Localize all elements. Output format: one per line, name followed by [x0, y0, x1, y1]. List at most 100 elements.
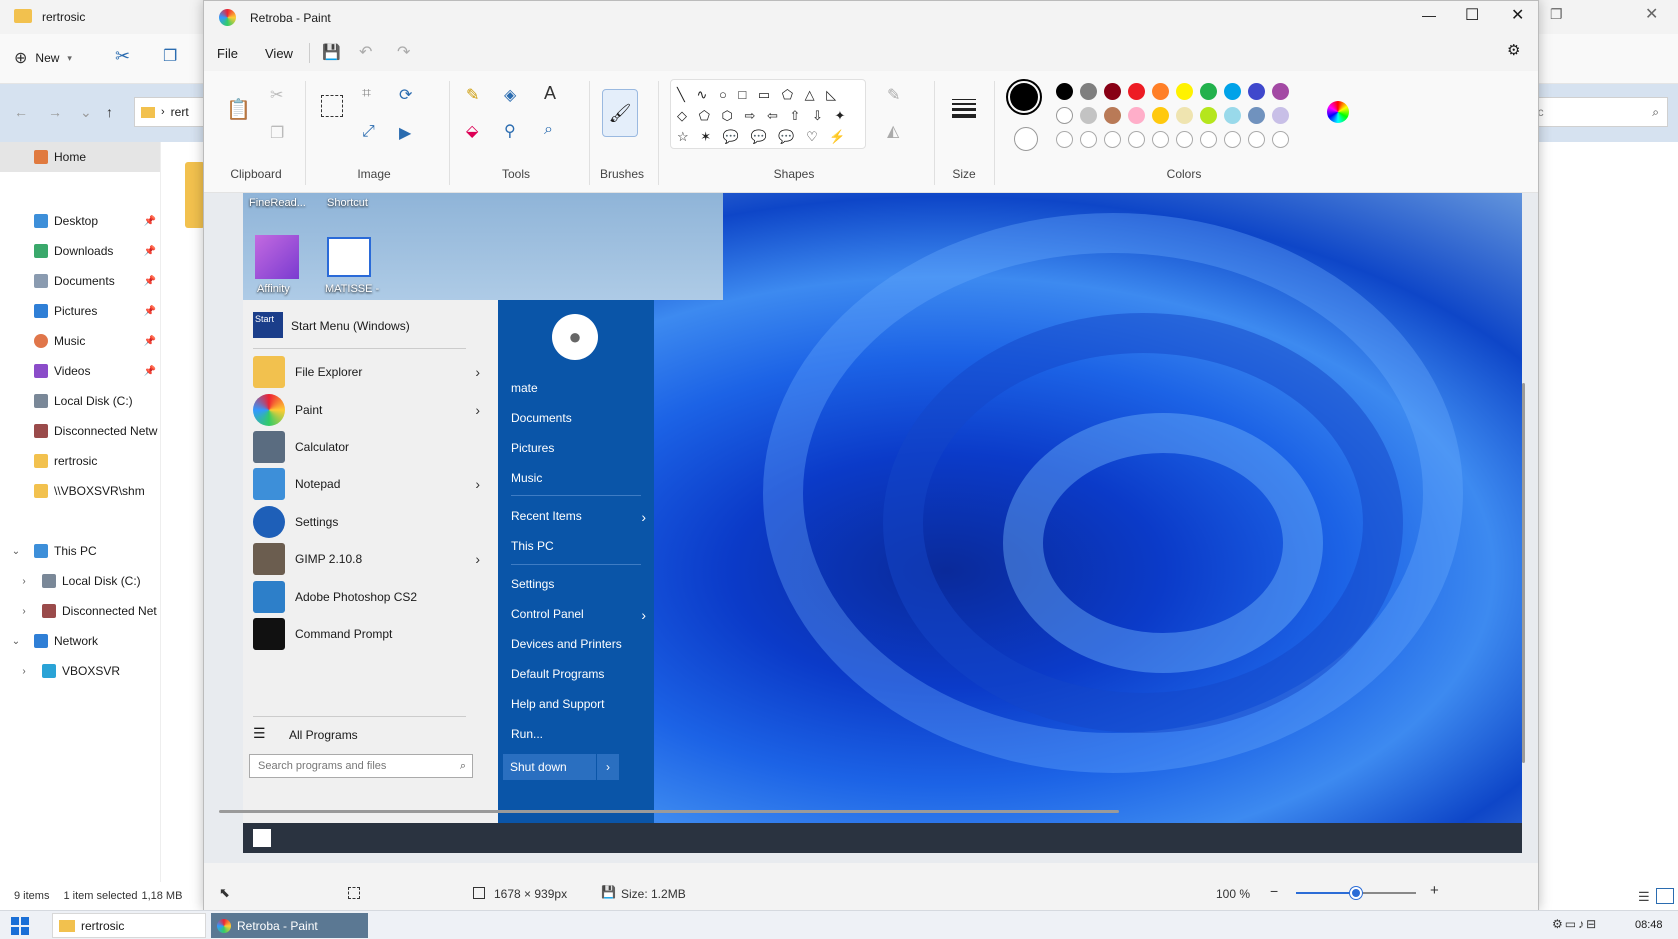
- nav-item-rertrosic[interactable]: rertrosic: [0, 446, 160, 476]
- right-item-default-programs[interactable]: Default Programs: [511, 667, 646, 681]
- share-icon[interactable]: ⚙: [1507, 41, 1520, 59]
- chevron-down-icon[interactable]: ⌄: [8, 546, 24, 557]
- address-bar[interactable]: › rert: [134, 97, 204, 127]
- custom-color-slot[interactable]: [1152, 131, 1169, 148]
- paste-icon[interactable]: 📋: [226, 97, 251, 122]
- redo-icon[interactable]: ↷: [397, 42, 410, 62]
- shapes-gallery[interactable]: ╲ ∿ ○ □ ▭ ⬠ △ ◺ ◇ ⬠ ⬡ ⇨ ⇦ ⇧ ⇩ ✦ ☆ ✶ 💬 💬 …: [670, 79, 866, 149]
- zoom-out-icon[interactable]: −: [1270, 883, 1278, 899]
- nav-item-documents[interactable]: Documents 📌: [0, 266, 160, 296]
- nav-item-network[interactable]: ⌄ Network: [0, 626, 160, 656]
- magnifier-icon[interactable]: ⌕: [544, 121, 553, 139]
- back-icon[interactable]: ←: [14, 104, 28, 120]
- right-item-user[interactable]: mate: [511, 381, 646, 395]
- custom-color-slot[interactable]: [1056, 131, 1073, 148]
- shapes-row-1[interactable]: ╲ ∿ ○ □ ▭ ⬠ △ ◺: [677, 84, 859, 105]
- start-menu-title[interactable]: Start Menu (Windows): [291, 319, 410, 333]
- nav-item-desktop[interactable]: Desktop 📌: [0, 206, 160, 236]
- up-icon[interactable]: ↑: [106, 104, 113, 120]
- clock[interactable]: 08:48: [1635, 919, 1663, 931]
- custom-color-slot[interactable]: [1128, 131, 1145, 148]
- start-button-icon[interactable]: [11, 917, 29, 935]
- folder-icon[interactable]: [185, 162, 205, 228]
- nav-item-vboxsvr-shm[interactable]: \\VBOXSVR\shm: [0, 476, 160, 506]
- right-item-pictures[interactable]: Pictures: [511, 441, 646, 455]
- right-item-documents[interactable]: Documents: [511, 411, 646, 425]
- right-item-help[interactable]: Help and Support: [511, 697, 646, 711]
- affinity-icon[interactable]: [255, 235, 299, 279]
- nav-item-local-disk-2[interactable]: › Local Disk (C:): [0, 566, 160, 596]
- copy-icon[interactable]: ❐: [163, 46, 177, 66]
- search-box[interactable]: sic ⌕: [1520, 97, 1668, 127]
- color-swatch[interactable]: [1176, 83, 1193, 100]
- nav-item-disconnected[interactable]: Disconnected Netw: [0, 416, 160, 446]
- start-item-calculator[interactable]: Calculator: [253, 427, 488, 467]
- restore-icon[interactable]: ❐: [1550, 6, 1563, 23]
- color-swatch[interactable]: [1128, 107, 1145, 124]
- user-avatar-icon[interactable]: ●: [552, 314, 598, 360]
- forward-icon[interactable]: →: [48, 104, 62, 120]
- horizontal-scrollbar[interactable]: [219, 810, 1119, 813]
- menu-view[interactable]: View: [265, 46, 293, 61]
- pin-icon[interactable]: 📌: [144, 276, 156, 287]
- start-item-gimp[interactable]: GIMP 2.10.8 ›: [253, 539, 488, 579]
- size-icon[interactable]: [952, 99, 976, 118]
- shape-fill-icon[interactable]: ◭: [887, 121, 899, 141]
- nav-item-videos[interactable]: Videos 📌: [0, 356, 160, 386]
- color-swatch[interactable]: [1272, 83, 1289, 100]
- chevron-down-icon[interactable]: ⌄: [8, 636, 24, 647]
- shapes-row-3[interactable]: ☆ ✶ 💬 💬 💬 ♡ ⚡: [677, 126, 859, 147]
- rotate-icon[interactable]: ⟳: [399, 85, 412, 105]
- start-item-notepad[interactable]: Notepad ›: [253, 464, 488, 504]
- inner-start-icon[interactable]: [253, 829, 271, 847]
- tiles-view-icon[interactable]: [1656, 888, 1674, 904]
- primary-color[interactable]: [1006, 79, 1042, 115]
- color-picker-icon[interactable]: ⚲: [504, 121, 516, 141]
- color-swatch[interactable]: [1104, 83, 1121, 100]
- start-item-photoshop[interactable]: Adobe Photoshop CS2: [253, 577, 488, 617]
- cut-icon[interactable]: ✂: [115, 46, 130, 67]
- new-button[interactable]: ⊕ New ▾: [14, 48, 72, 68]
- system-tray-icons[interactable]: ⚙▭♪⊟: [1552, 917, 1598, 931]
- chevron-right-icon[interactable]: ›: [16, 666, 32, 677]
- copy-icon[interactable]: ❐: [270, 123, 284, 143]
- minimize-icon[interactable]: —: [1422, 7, 1436, 23]
- outline-icon[interactable]: ✎: [887, 85, 900, 105]
- custom-color-slot[interactable]: [1200, 131, 1217, 148]
- nav-item-pictures[interactable]: Pictures 📌: [0, 296, 160, 326]
- nav-item-local-disk[interactable]: Local Disk (C:): [0, 386, 160, 416]
- nav-item-music[interactable]: Music 📌: [0, 326, 160, 356]
- chevron-right-icon[interactable]: ›: [16, 606, 32, 617]
- color-swatch[interactable]: [1152, 83, 1169, 100]
- nav-item-downloads[interactable]: Downloads 📌: [0, 236, 160, 266]
- select-icon[interactable]: [321, 95, 343, 117]
- canvas-image[interactable]: FineRead... Shortcut Affinity MATISSE - …: [243, 193, 1522, 853]
- right-item-control-panel[interactable]: Control Panel ›: [511, 607, 646, 623]
- details-view-icon[interactable]: ☰: [1638, 889, 1650, 905]
- taskbar-explorer-button[interactable]: rertrosic: [52, 913, 206, 938]
- nav-item-vboxsvr[interactable]: › VBOXSVR: [0, 656, 160, 686]
- color-swatch[interactable]: [1224, 83, 1241, 100]
- color-swatch[interactable]: [1248, 107, 1265, 124]
- right-item-recent[interactable]: Recent Items ›: [511, 509, 646, 525]
- crop-icon[interactable]: ⌗: [362, 85, 371, 103]
- vertical-scrollbar[interactable]: [1522, 383, 1525, 763]
- fill-icon[interactable]: ◈: [504, 85, 516, 105]
- custom-color-slot[interactable]: [1080, 131, 1097, 148]
- shutdown-options-button[interactable]: ›: [597, 754, 619, 780]
- color-swatch[interactable]: [1056, 83, 1073, 100]
- color-swatch[interactable]: [1272, 107, 1289, 124]
- right-item-run[interactable]: Run...: [511, 727, 646, 741]
- nav-item-home[interactable]: Home: [0, 142, 160, 172]
- eraser-icon[interactable]: ⬙: [466, 121, 478, 141]
- start-item-paint[interactable]: Paint ›: [253, 390, 488, 430]
- shutdown-button[interactable]: Shut down: [503, 754, 596, 780]
- chevron-right-icon[interactable]: ›: [16, 576, 32, 587]
- color-swatch[interactable]: [1248, 83, 1265, 100]
- pin-icon[interactable]: 📌: [144, 216, 156, 227]
- cut-icon[interactable]: ✂: [270, 85, 283, 105]
- start-search-input[interactable]: Search programs and files ⌕: [249, 754, 473, 778]
- right-item-settings[interactable]: Settings: [511, 577, 646, 591]
- save-icon[interactable]: 💾: [322, 43, 341, 61]
- right-item-this-pc[interactable]: This PC: [511, 539, 646, 553]
